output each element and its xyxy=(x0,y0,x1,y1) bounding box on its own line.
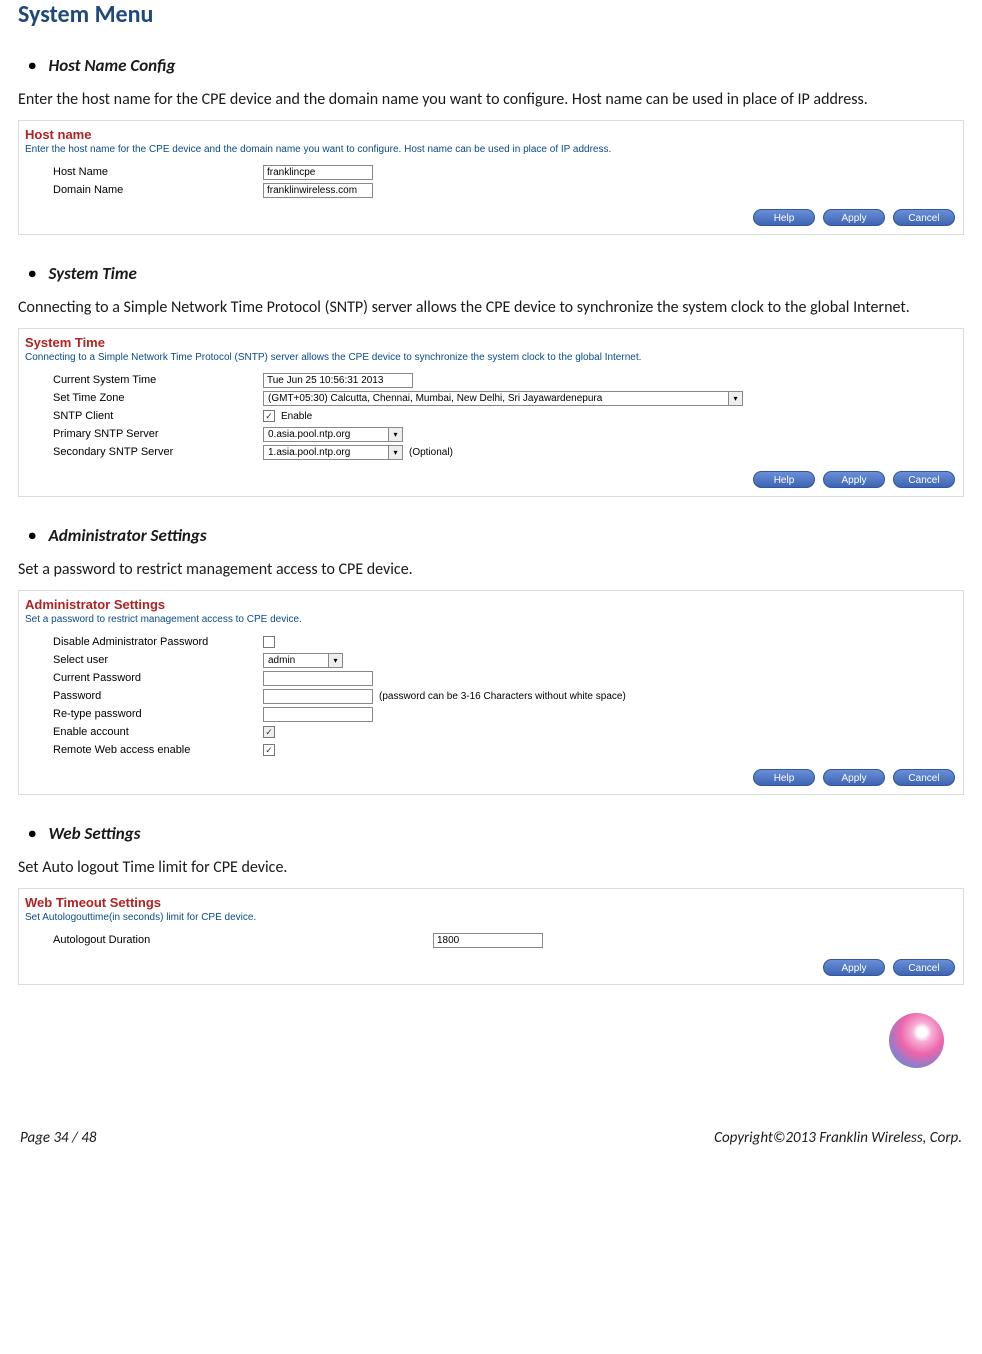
text-optional: (Optional) xyxy=(409,447,453,458)
panel-title-web: Web Timeout Settings xyxy=(19,889,963,910)
hint-password: (password can be 3-16 Characters without… xyxy=(379,691,626,702)
label-sntp-client: SNTP Client xyxy=(53,410,263,422)
checkbox-disable-pw[interactable] xyxy=(263,636,275,648)
cancel-button[interactable]: Cancel xyxy=(893,209,955,226)
select-timezone-value: (GMT+05:30) Calcutta, Chennai, Mumbai, N… xyxy=(264,392,728,405)
panel-title-systime: System Time xyxy=(19,329,963,350)
heading-hostname: Host Name Config xyxy=(28,55,964,76)
heading-systime: System Time xyxy=(28,263,964,284)
label-current-pw: Current Password xyxy=(53,672,263,684)
cancel-button[interactable]: Cancel xyxy=(893,959,955,976)
label-disable-pw: Disable Administrator Password xyxy=(53,636,263,648)
input-autologout[interactable] xyxy=(433,933,543,948)
section-systime: System Time Connecting to a Simple Netwo… xyxy=(18,263,964,497)
panel-hostname: Host name Enter the host name for the CP… xyxy=(18,120,964,235)
label-primary-sntp: Primary SNTP Server xyxy=(53,428,263,440)
panel-web: Web Timeout Settings Set Autologouttime(… xyxy=(18,888,964,985)
label-select-user: Select user xyxy=(53,654,263,666)
input-retype-password[interactable] xyxy=(263,707,373,722)
heading-admin: Administrator Settings xyxy=(28,525,964,546)
select-user-value: admin xyxy=(264,654,328,667)
body-web: Set Auto logout Time limit for CPE devic… xyxy=(18,854,964,882)
label-timezone: Set Time Zone xyxy=(53,392,263,404)
section-hostname: Host Name Config Enter the host name for… xyxy=(18,55,964,235)
section-web: Web Settings Set Auto logout Time limit … xyxy=(18,823,964,985)
cancel-button[interactable]: Cancel xyxy=(893,471,955,488)
input-password[interactable] xyxy=(263,689,373,704)
page-title: System Menu xyxy=(18,0,964,29)
footer-page: Page 34 / 48 xyxy=(20,1129,96,1147)
help-button[interactable]: Help xyxy=(753,209,815,226)
body-systime: Connecting to a Simple Network Time Prot… xyxy=(18,294,964,322)
select-secondary-sntp-value: 1.asia.pool.ntp.org xyxy=(264,446,388,459)
input-host-name[interactable] xyxy=(263,165,373,180)
heading-admin-text: Administrator Settings xyxy=(48,525,206,546)
label-retype-password: Re-type password xyxy=(53,708,263,720)
text-enable: Enable xyxy=(281,411,312,422)
panel-admin: Administrator Settings Set a password to… xyxy=(18,590,964,795)
body-hostname: Enter the host name for the CPE device a… xyxy=(18,86,964,114)
help-button[interactable]: Help xyxy=(753,471,815,488)
chevron-down-icon: ▾ xyxy=(388,446,402,459)
panel-desc-hostname: Enter the host name for the CPE device a… xyxy=(19,142,963,161)
logo xyxy=(18,1013,964,1073)
select-primary-sntp[interactable]: 0.asia.pool.ntp.org ▾ xyxy=(263,427,403,442)
panel-desc-systime: Connecting to a Simple Network Time Prot… xyxy=(19,350,963,369)
input-current-password[interactable] xyxy=(263,671,373,686)
body-admin: Set a password to restrict management ac… xyxy=(18,556,964,584)
chevron-down-icon: ▾ xyxy=(728,392,742,405)
input-current-time xyxy=(263,373,413,388)
select-secondary-sntp[interactable]: 1.asia.pool.ntp.org ▾ xyxy=(263,445,403,460)
apply-button[interactable]: Apply xyxy=(823,769,885,786)
label-password: Password xyxy=(53,690,263,702)
label-domain-name: Domain Name xyxy=(53,184,263,196)
panel-desc-web: Set Autologouttime(in seconds) limit for… xyxy=(19,910,963,929)
cancel-button[interactable]: Cancel xyxy=(893,769,955,786)
panel-title-admin: Administrator Settings xyxy=(19,591,963,612)
select-primary-sntp-value: 0.asia.pool.ntp.org xyxy=(264,428,388,441)
panel-desc-admin: Set a password to restrict management ac… xyxy=(19,612,963,631)
footer: Page 34 / 48 Copyright©2013 Franklin Wir… xyxy=(18,1123,964,1153)
section-admin: Administrator Settings Set a password to… xyxy=(18,525,964,795)
checkbox-remote-web[interactable]: ✓ xyxy=(263,744,275,756)
panel-title-hostname: Host name xyxy=(19,121,963,142)
chevron-down-icon: ▾ xyxy=(388,428,402,441)
footer-copyright: Copyright©2013 Franklin Wireless, Corp. xyxy=(714,1129,962,1147)
chevron-down-icon: ▾ xyxy=(328,654,342,667)
select-user[interactable]: admin ▾ xyxy=(263,653,343,668)
apply-button[interactable]: Apply xyxy=(823,471,885,488)
checkbox-sntp-client[interactable]: ✓ xyxy=(263,410,275,422)
heading-systime-text: System Time xyxy=(48,263,136,284)
label-enable-account: Enable account xyxy=(53,726,263,738)
help-button[interactable]: Help xyxy=(753,769,815,786)
franklin-logo-icon xyxy=(889,1013,944,1068)
label-remote-web: Remote Web access enable xyxy=(53,744,263,756)
heading-web-text: Web Settings xyxy=(48,823,140,844)
label-current-time: Current System Time xyxy=(53,374,263,386)
apply-button[interactable]: Apply xyxy=(823,209,885,226)
input-domain-name[interactable] xyxy=(263,183,373,198)
label-autologout: Autologout Duration xyxy=(53,934,433,946)
checkbox-enable-account[interactable]: ✓ xyxy=(263,726,275,738)
apply-button[interactable]: Apply xyxy=(823,959,885,976)
panel-systime: System Time Connecting to a Simple Netwo… xyxy=(18,328,964,497)
heading-web: Web Settings xyxy=(28,823,964,844)
select-timezone[interactable]: (GMT+05:30) Calcutta, Chennai, Mumbai, N… xyxy=(263,391,743,406)
label-host-name: Host Name xyxy=(53,166,263,178)
heading-hostname-text: Host Name Config xyxy=(48,55,175,76)
label-secondary-sntp: Secondary SNTP Server xyxy=(53,446,263,458)
